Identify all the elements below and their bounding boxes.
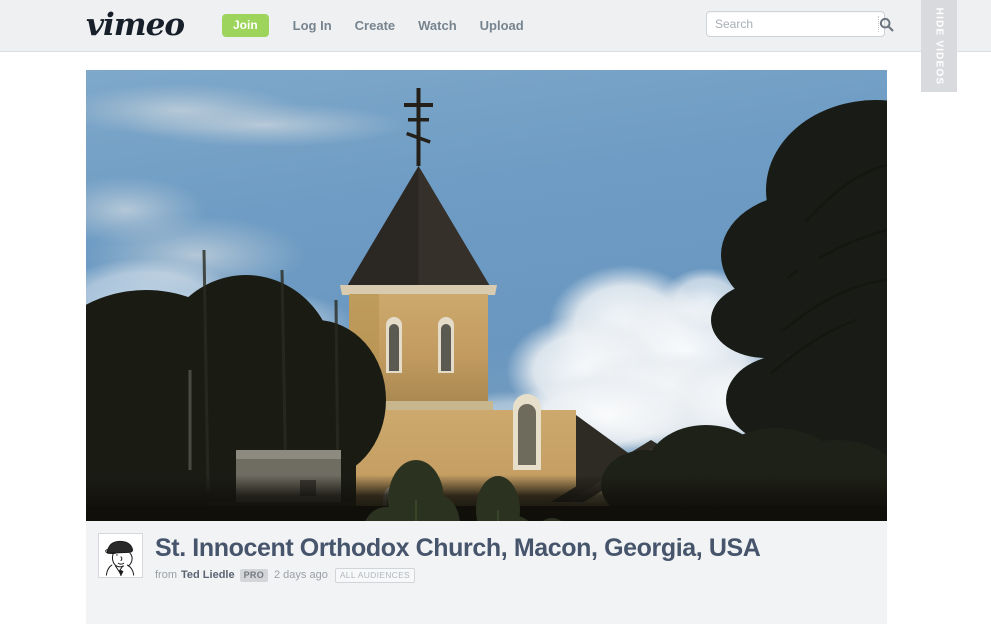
meta-author-link[interactable]: Ted Liedle — [181, 569, 235, 582]
video-info-bar: St. Innocent Orthodox Church, Macon, Geo… — [86, 521, 887, 624]
video-meta: from Ted Liedle PRO 2 days ago ALL AUDIE… — [155, 568, 887, 583]
meta-from-label: from — [155, 569, 177, 581]
join-button[interactable]: Join — [222, 14, 269, 37]
video-thumbnail-image — [86, 70, 887, 521]
audience-badge: ALL AUDIENCES — [334, 568, 416, 583]
video-title[interactable]: St. Innocent Orthodox Church, Macon, Geo… — [155, 533, 887, 563]
video-thumbnail[interactable] — [86, 70, 887, 521]
search-button[interactable] — [879, 12, 894, 36]
site-header: vimeo Join Log In Create Watch Upload — [0, 0, 991, 52]
nav-login[interactable]: Log In — [293, 14, 332, 37]
search-icon — [879, 17, 894, 31]
avatar[interactable] — [98, 533, 143, 578]
vimeo-logo[interactable]: vimeo — [86, 6, 185, 44]
hide-videos-tab[interactable]: HIDE VIDEOS — [921, 0, 957, 92]
nav-create[interactable]: Create — [355, 14, 395, 37]
nav-watch[interactable]: Watch — [418, 14, 457, 37]
vimeo-page: vimeo Join Log In Create Watch Upload Se… — [0, 0, 991, 624]
search-box[interactable] — [706, 11, 894, 37]
pro-badge: PRO — [239, 569, 268, 582]
video-text-block: St. Innocent Orthodox Church, Macon, Geo… — [155, 530, 887, 583]
search-input[interactable] — [707, 12, 878, 36]
video-content: St. Innocent Orthodox Church, Macon, Geo… — [86, 70, 887, 624]
join-button-label: Join — [233, 18, 258, 32]
primary-nav: Join Log In Create Watch Upload — [222, 14, 524, 37]
hide-videos-label: HIDE VIDEOS — [933, 7, 945, 85]
avatar-portrait-icon — [100, 535, 141, 576]
upload-time: 2 days ago — [274, 569, 328, 581]
nav-upload[interactable]: Upload — [480, 14, 524, 37]
